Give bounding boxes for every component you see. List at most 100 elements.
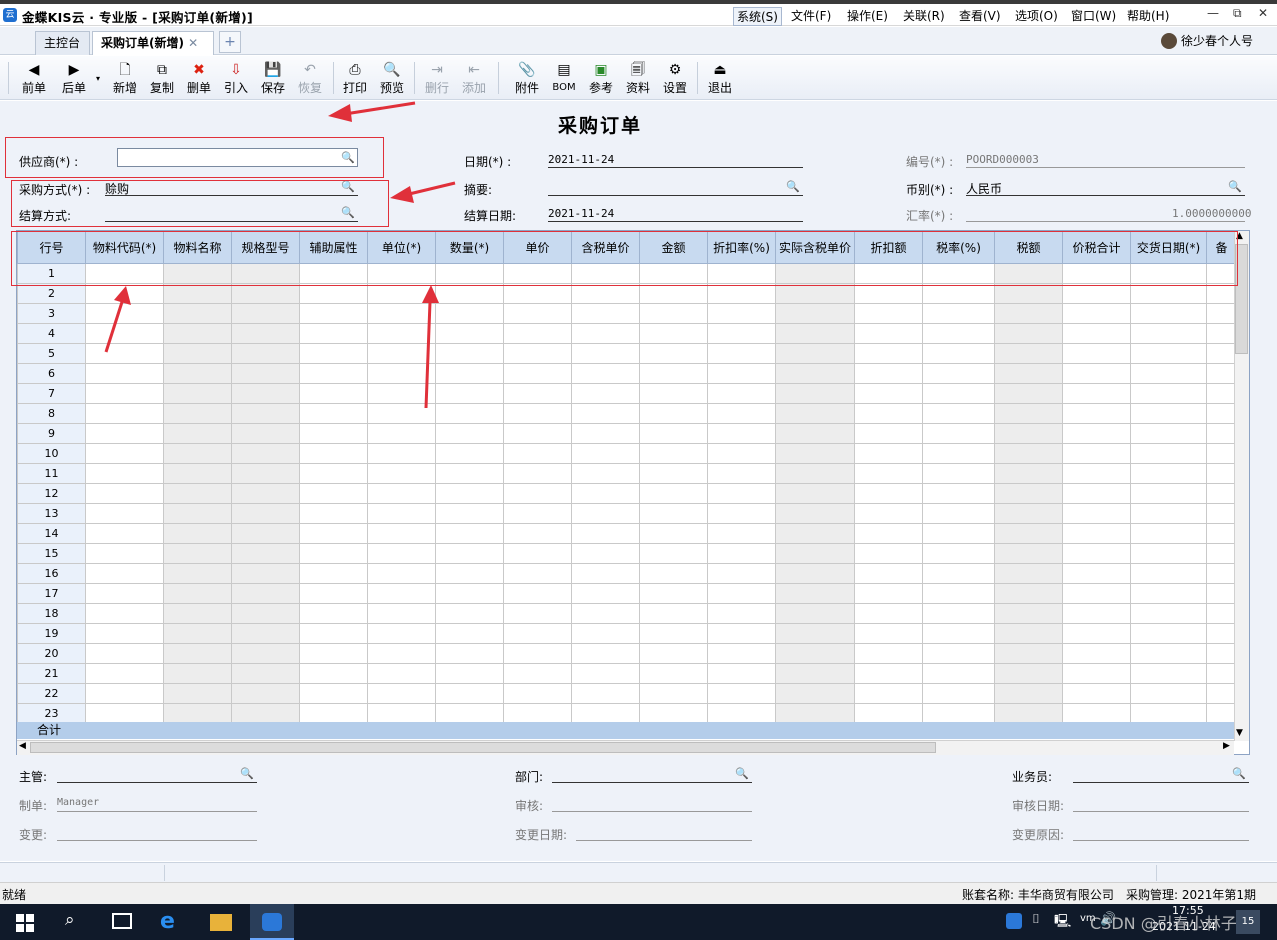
- grid-cell[interactable]: [1062, 543, 1131, 564]
- grid-cell[interactable]: [1130, 663, 1207, 684]
- grid-cell[interactable]: [367, 543, 436, 564]
- grid-cell[interactable]: [435, 703, 504, 724]
- grid-cell[interactable]: [1062, 483, 1131, 504]
- grid-cell[interactable]: [854, 583, 923, 604]
- grid-cell[interactable]: [1206, 643, 1237, 664]
- grid-cell[interactable]: [435, 363, 504, 384]
- tab-close-icon[interactable]: ✕: [188, 36, 198, 50]
- grid-cell[interactable]: [922, 683, 995, 704]
- scroll-left-arrow-icon[interactable]: ◀: [19, 741, 26, 751]
- grid-cell[interactable]: [1130, 643, 1207, 664]
- grid-cell[interactable]: [854, 403, 923, 424]
- grid-cell[interactable]: [1206, 543, 1237, 564]
- grid-cell[interactable]: [1062, 443, 1131, 464]
- grid-cell[interactable]: [85, 383, 164, 404]
- grid-cell[interactable]: [85, 343, 164, 364]
- grid-cell[interactable]: [639, 643, 708, 664]
- settings-button[interactable]: ⚙ 设置: [656, 61, 694, 96]
- grid-cell[interactable]: [707, 463, 776, 484]
- grid-cell[interactable]: [503, 323, 572, 344]
- grid-cell[interactable]: [435, 663, 504, 684]
- grid-cell[interactable]: [85, 663, 164, 684]
- grid-cell[interactable]: [435, 483, 504, 504]
- grid-cell[interactable]: [503, 603, 572, 624]
- delete-order-button[interactable]: ✖ 删单: [180, 61, 218, 96]
- grid-cell[interactable]: [435, 463, 504, 484]
- grid-cell[interactable]: [571, 583, 640, 604]
- grid-cell[interactable]: [571, 543, 640, 564]
- grid-cell[interactable]: [1206, 423, 1237, 444]
- grid-cell[interactable]: [367, 623, 436, 644]
- grid-cell[interactable]: [1206, 663, 1237, 684]
- grid-cell[interactable]: [922, 463, 995, 484]
- tray-usb-icon[interactable]: ⌷: [1032, 912, 1040, 927]
- grid-cell[interactable]: [1062, 363, 1131, 384]
- grid-cell[interactable]: [1062, 583, 1131, 604]
- grid-cell[interactable]: [435, 583, 504, 604]
- menu-options[interactable]: 选项(O): [1015, 7, 1058, 24]
- grid-cell[interactable]: [367, 323, 436, 344]
- grid-cell[interactable]: [1130, 343, 1207, 364]
- grid-cell[interactable]: [707, 683, 776, 704]
- grid-cell[interactable]: [503, 423, 572, 444]
- add-row-button[interactable]: ⇤ 添加: [455, 61, 493, 96]
- grid-cell[interactable]: [435, 403, 504, 424]
- grid-cell[interactable]: [1130, 283, 1207, 304]
- grid-cell[interactable]: [571, 363, 640, 384]
- grid-cell[interactable]: [1062, 683, 1131, 704]
- grid-cell[interactable]: [435, 303, 504, 324]
- grid-cell[interactable]: [854, 443, 923, 464]
- grid-cell[interactable]: [922, 403, 995, 424]
- grid-cell[interactable]: [922, 663, 995, 684]
- grid-cell[interactable]: [1062, 283, 1131, 304]
- grid-cell[interactable]: [854, 283, 923, 304]
- grid-cell[interactable]: [1206, 463, 1237, 484]
- grid-cell[interactable]: [707, 583, 776, 604]
- grid-cell[interactable]: [299, 363, 368, 384]
- summary-lookup-icon[interactable]: 🔍: [786, 181, 800, 193]
- grid-cell[interactable]: [571, 303, 640, 324]
- grid-cell[interactable]: [707, 623, 776, 644]
- grid-cell[interactable]: [854, 623, 923, 644]
- grid-cell[interactable]: [85, 403, 164, 424]
- grid-cell[interactable]: [85, 503, 164, 524]
- grid-cell[interactable]: [85, 323, 164, 344]
- grid-cell[interactable]: [639, 563, 708, 584]
- grid-cell[interactable]: [1062, 643, 1131, 664]
- grid-cell[interactable]: [707, 283, 776, 304]
- grid-cell[interactable]: [639, 343, 708, 364]
- grid-cell[interactable]: [639, 383, 708, 404]
- grid-cell[interactable]: [299, 483, 368, 504]
- grid-cell[interactable]: [503, 503, 572, 524]
- grid-cell[interactable]: [707, 323, 776, 344]
- attachment-button[interactable]: 📎 附件: [508, 61, 546, 96]
- grid-cell[interactable]: [1206, 483, 1237, 504]
- grid-cell[interactable]: [639, 303, 708, 324]
- grid-cell[interactable]: [299, 423, 368, 444]
- horizontal-scroll-thumb[interactable]: [30, 742, 936, 753]
- grid-cell[interactable]: [435, 283, 504, 304]
- grid-cell[interactable]: [1062, 403, 1131, 424]
- grid-cell[interactable]: [571, 443, 640, 464]
- grid-cell[interactable]: [922, 323, 995, 344]
- grid-cell[interactable]: [367, 403, 436, 424]
- grid-cell[interactable]: [299, 443, 368, 464]
- grid-cell[interactable]: [639, 463, 708, 484]
- grid-cell[interactable]: [707, 303, 776, 324]
- grid-cell[interactable]: [922, 283, 995, 304]
- ie-browser-icon[interactable]: e: [160, 909, 175, 934]
- grid-cell[interactable]: [299, 503, 368, 524]
- grid-cell[interactable]: [639, 583, 708, 604]
- grid-cell[interactable]: [1206, 503, 1237, 524]
- add-tab-icon[interactable]: +: [219, 31, 241, 53]
- grid-cell[interactable]: [367, 303, 436, 324]
- grid-cell[interactable]: [435, 383, 504, 404]
- grid-cell[interactable]: [299, 523, 368, 544]
- grid-cell[interactable]: [707, 643, 776, 664]
- grid-cell[interactable]: [367, 343, 436, 364]
- data-button[interactable]: 🗐 资料: [619, 61, 657, 96]
- tray-network-icon[interactable]: 🖳: [1054, 912, 1071, 934]
- grid-cell[interactable]: [367, 443, 436, 464]
- grid-cell[interactable]: [367, 483, 436, 504]
- grid-cell[interactable]: [1130, 603, 1207, 624]
